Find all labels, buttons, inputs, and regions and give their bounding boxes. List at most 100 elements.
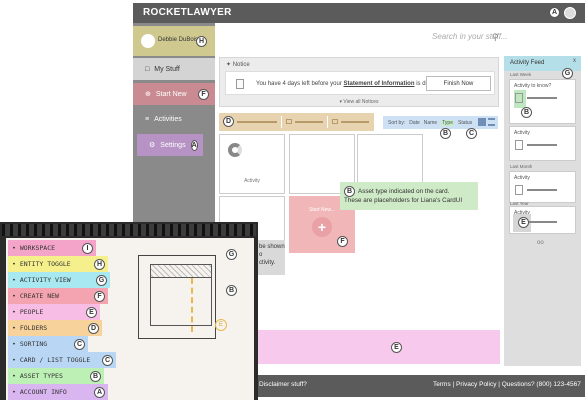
- sticky-note: • FOLDERS D: [8, 320, 102, 336]
- view-all-notices-link[interactable]: ▾ View all Notices: [220, 99, 498, 105]
- notebook-spiral: [2, 224, 256, 236]
- wireframe-sketch: [138, 255, 216, 339]
- user-name: Debbie DuBois: [158, 37, 199, 43]
- account-avatar-icon[interactable]: [564, 7, 576, 19]
- feed-card[interactable]: Activity: [509, 126, 576, 161]
- asset-card[interactable]: Activity: [219, 134, 285, 194]
- annotation-badge-c: C: [466, 128, 477, 139]
- sticky-note: • CARD / LIST TOGGLE C: [8, 352, 116, 368]
- sticky-note: • WORKSPACE I: [8, 240, 96, 256]
- sticky-note-label: • PEOPLE: [12, 308, 44, 316]
- sort-option-date[interactable]: Date: [409, 120, 420, 126]
- text-placeholder: [527, 189, 557, 191]
- annotation-badge-b: B: [344, 186, 355, 197]
- annotation-badge-e: E: [215, 319, 227, 331]
- annotation-badge-b: B: [226, 285, 237, 296]
- top-bar: ROCKETLAWYER A: [133, 3, 585, 23]
- text-placeholder: [527, 144, 557, 146]
- sort-label: Sort by:: [388, 119, 406, 126]
- folder-placeholder[interactable]: [341, 121, 369, 123]
- annotation-badge-e: E: [518, 217, 529, 228]
- sidebar-item-settings[interactable]: ⚙ Settings A: [137, 134, 203, 156]
- sidebar-item-label: Settings: [160, 141, 186, 149]
- annotation-badge-d: D: [223, 116, 234, 127]
- feed-card[interactable]: Activity: [509, 171, 576, 203]
- annotation-badge: A: [94, 387, 105, 398]
- sticky-note: • ACTIVITY VIEW G: [8, 272, 110, 288]
- note-fragment: be shown o ctivity.: [258, 240, 285, 275]
- gear-icon: ⚙: [149, 142, 156, 149]
- sidebar-item-label: Activities: [154, 115, 182, 123]
- search-icon[interactable]: ⚲: [492, 32, 499, 43]
- sticky-note-label: • ACTIVITY VIEW: [12, 276, 71, 284]
- annotation-badge: B: [90, 371, 101, 382]
- sort-option-name[interactable]: Name: [424, 120, 437, 126]
- annotation-badge-a: A: [549, 7, 560, 18]
- feed-card[interactable]: Activity E: [509, 206, 576, 234]
- annotation-badge: G: [96, 275, 107, 286]
- annotation-badge: D: [88, 323, 99, 334]
- disclaimer-text: Disclaimer stuff?: [259, 381, 307, 388]
- notice-item: You have 4 days left before your Stateme…: [225, 71, 495, 95]
- folder-placeholder[interactable]: [237, 121, 277, 123]
- notebook-photo: • WORKSPACE I • ENTITY TOGGLE H • ACTIVITY V…: [0, 222, 258, 400]
- folder-placeholder[interactable]: [295, 121, 323, 123]
- text-placeholder: [527, 97, 557, 99]
- annotation-badge-f: F: [337, 236, 348, 247]
- divider: [327, 116, 328, 128]
- sort-option-type[interactable]: Type: [441, 119, 454, 126]
- sticky-note-label: • FOLDERS: [12, 324, 48, 332]
- sticky-note: • ACCOUNT INFO A: [8, 384, 108, 400]
- sticky-note: • ASSET TYPES B: [8, 368, 104, 384]
- plus-icon: +: [312, 217, 332, 237]
- sticky-note: • SORTING C: [8, 336, 88, 352]
- document-icon: [515, 140, 523, 150]
- annotation-badge-h: H: [196, 36, 207, 47]
- annotation-badge-a: A: [190, 139, 198, 151]
- sidebar-item-my-stuff[interactable]: □ My Stuff: [133, 58, 215, 80]
- statement-link[interactable]: Statement of Information: [344, 81, 415, 87]
- sketch-content-area: [150, 277, 212, 326]
- note-line: ctivity.: [259, 260, 276, 267]
- sticky-note-label: • ENTITY TOGGLE: [12, 260, 71, 268]
- sticky-note-label: • CREATE NEW: [12, 292, 59, 300]
- text-placeholder: [527, 221, 557, 223]
- card-view-icon[interactable]: [478, 118, 486, 126]
- user-avatar-icon: [141, 34, 155, 48]
- feed-card[interactable]: Activity to know? B: [509, 79, 576, 124]
- annotation-badge: E: [86, 307, 97, 318]
- document-icon: [515, 93, 523, 103]
- sticky-note-label: • SORTING: [12, 340, 48, 348]
- finish-now-button[interactable]: Finish Now: [426, 76, 491, 91]
- sticky-note: • PEOPLE E: [8, 304, 100, 320]
- annotation-badge-g: G: [226, 249, 237, 260]
- feed-section-label: Last Month: [510, 164, 533, 169]
- sort-option-status[interactable]: Status: [458, 120, 472, 126]
- people-area: E: [258, 330, 500, 364]
- folder-icon: [286, 119, 292, 124]
- page: ROCKETLAWYER A Debbie DuBois H □ My Stuf…: [0, 0, 585, 400]
- note-line: be shown: [259, 244, 285, 250]
- activity-feed: Activity Feed x G Last Week Activity to …: [504, 56, 581, 366]
- annotation-badge: H: [94, 259, 105, 270]
- feed-section-label: Last Week: [510, 72, 532, 77]
- entity-toggle[interactable]: Debbie DuBois H: [133, 26, 215, 56]
- footer-links[interactable]: Terms | Privacy Policy | Questions? (800…: [433, 381, 581, 388]
- sidebar-item-activities[interactable]: ≡ Activities: [133, 108, 215, 130]
- sticky-note: • CREATE NEW F: [8, 288, 108, 304]
- sticky-note-label: • WORKSPACE: [12, 244, 56, 252]
- list-icon: ≡: [145, 115, 150, 123]
- notice-panel: ✦ Notice You have 4 days left before you…: [219, 57, 499, 107]
- more-icon[interactable]: oo: [537, 240, 544, 246]
- folder-icon: [332, 119, 338, 124]
- sidebar-item-start-new[interactable]: ⊕ Start New F: [133, 83, 215, 105]
- list-view-icon[interactable]: [488, 118, 495, 126]
- close-icon[interactable]: x: [573, 58, 576, 64]
- callout-line-2: These are placeholders for Liana's CardU…: [344, 197, 463, 204]
- annotation-badge-e: E: [391, 342, 402, 353]
- feed-card-title: Activity: [514, 130, 530, 136]
- sidebar-item-label: Start New: [155, 90, 187, 98]
- note-line: o: [259, 252, 263, 259]
- brand-logo[interactable]: ROCKETLAWYER: [143, 7, 232, 18]
- chart-icon: [228, 143, 242, 157]
